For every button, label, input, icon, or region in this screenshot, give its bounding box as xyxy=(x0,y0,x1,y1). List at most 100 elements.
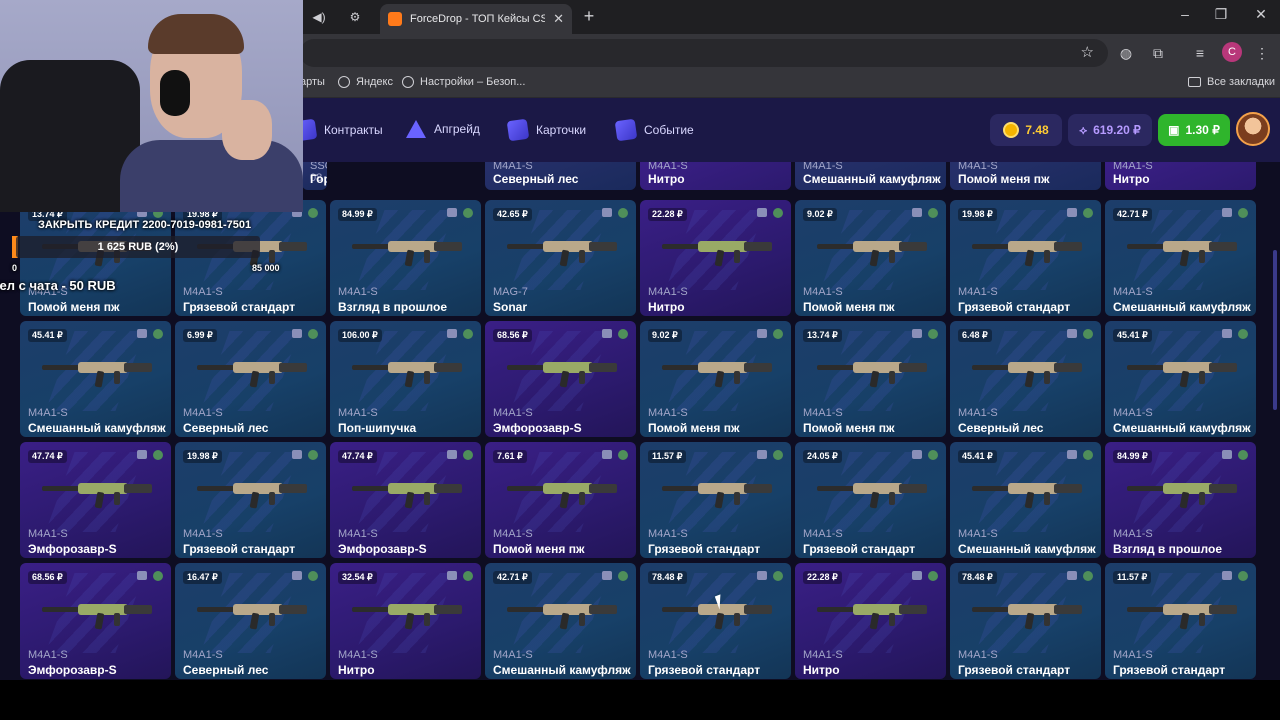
item-card[interactable]: 9.02 ₽ M4A1-S Помой меня пж xyxy=(795,200,946,316)
item-card[interactable]: 84.99 ₽ M4A1-S Взгляд в прошлое xyxy=(330,200,481,316)
item-price: 19.98 ₽ xyxy=(958,208,997,221)
item-card[interactable]: M4A1-S Северный лес xyxy=(485,162,636,190)
weapon-name: M4A1-S xyxy=(493,407,533,419)
nav-event[interactable]: Событие xyxy=(614,118,694,142)
weapon-image xyxy=(817,241,927,267)
item-card[interactable]: 42.71 ₽ M4A1-S Смешанный камуфляж xyxy=(485,563,636,679)
weapon-image xyxy=(662,483,772,509)
item-card[interactable]: 45.41 ₽ M4A1-S Смешанный камуфляж xyxy=(20,321,171,437)
weapon-name: MAG-7 xyxy=(493,286,528,298)
item-card[interactable]: 11.57 ₽ M4A1-S Грязевой стандарт xyxy=(1105,563,1256,679)
box-icon xyxy=(602,450,612,459)
extensions-icon[interactable]: ⧉ xyxy=(1148,43,1168,63)
box-icon xyxy=(292,571,302,580)
item-card[interactable]: 47.74 ₽ M4A1-S Эмфорозавр-S xyxy=(330,442,481,558)
skin-name: Помой меня пж xyxy=(493,542,585,556)
card-badges xyxy=(602,450,628,460)
new-tab-button[interactable]: + xyxy=(578,6,600,27)
item-card[interactable]: 78.48 ₽ M4A1-S Грязевой стандарт xyxy=(950,563,1101,679)
nav-upgrade[interactable]: Апгрейд xyxy=(406,120,480,138)
box-icon xyxy=(1067,208,1077,217)
weapon-name: M4A1-S xyxy=(648,162,688,172)
nav-contracts[interactable]: Контракты xyxy=(294,118,383,142)
profile-avatar[interactable]: C xyxy=(1222,42,1242,62)
card-badges xyxy=(1067,208,1093,218)
item-card[interactable]: 13.74 ₽ M4A1-S Помой меня пж xyxy=(20,200,171,316)
status-dot-icon xyxy=(153,571,163,581)
item-card[interactable]: 32.54 ₽ M4A1-S Нитро xyxy=(330,563,481,679)
item-card[interactable]: M4A1-S Нитро xyxy=(1105,162,1256,190)
item-card[interactable]: 19.98 ₽ M4A1-S Грязевой стандарт xyxy=(175,442,326,558)
deposit-button[interactable]: ▣ 1.30 ₽ xyxy=(1158,114,1230,146)
item-card[interactable]: 22.28 ₽ M4A1-S Нитро xyxy=(640,200,791,316)
item-card[interactable]: M4A1-S Смешанный камуфляж xyxy=(795,162,946,190)
speaker-icon[interactable]: ◀) xyxy=(304,6,334,28)
all-bookmarks[interactable]: Все закладки xyxy=(1188,76,1275,88)
item-card[interactable]: M4A1-S Нитро xyxy=(640,162,791,190)
item-card[interactable]: 7.61 ₽ M4A1-S Помой меня пж xyxy=(485,442,636,558)
item-card[interactable]: 68.56 ₽ M4A1-S Эмфорозавр-S xyxy=(20,563,171,679)
weapon-name: M4A1-S xyxy=(958,528,998,540)
item-card[interactable]: 84.99 ₽ M4A1-S Взгляд в прошлое xyxy=(1105,442,1256,558)
steam-tab-icon[interactable]: ⚙ xyxy=(340,6,370,28)
item-card[interactable]: 9.02 ₽ M4A1-S Помой меня пж xyxy=(640,321,791,437)
item-card[interactable]: 22.28 ₽ M4A1-S Нитро xyxy=(795,563,946,679)
item-card[interactable]: 6.48 ₽ M4A1-S Северный лес xyxy=(950,321,1101,437)
skin-name: Нитро xyxy=(648,172,685,186)
translate-icon[interactable]: ◍ xyxy=(1116,43,1136,63)
address-bar[interactable]: ☆ xyxy=(300,39,1108,67)
user-avatar[interactable] xyxy=(1236,112,1270,146)
item-price: 13.74 ₽ xyxy=(803,329,842,342)
skin-name: Эмфорозавр-S xyxy=(28,542,117,556)
bookmark-star-icon[interactable]: ☆ xyxy=(1081,43,1094,61)
weapon-name: M4A1-S xyxy=(958,162,998,172)
weapon-image xyxy=(817,483,927,509)
skin-name: Нитро xyxy=(803,663,840,677)
bookmark-item[interactable]: арты xyxy=(300,76,325,88)
tab-close-icon[interactable]: ✕ xyxy=(553,11,564,27)
item-card[interactable]: 16.47 ₽ M4A1-S Северный лес xyxy=(175,563,326,679)
card-badges xyxy=(757,329,783,339)
weapon-image xyxy=(1127,483,1237,509)
item-card[interactable]: 42.65 ₽ MAG-7 Sonar xyxy=(485,200,636,316)
skin-name: Смешанный камуфляж xyxy=(958,542,1096,556)
item-card[interactable]: SSG 08Горячечные грёзы xyxy=(302,162,327,190)
card-badges xyxy=(1222,450,1248,460)
globe-icon xyxy=(338,76,350,88)
rub-balance[interactable]: ⟡ 619.20 ₽ xyxy=(1068,114,1152,146)
item-card[interactable]: M4A1-S Помой меня пж xyxy=(950,162,1101,190)
item-card[interactable]: 78.48 ₽ M4A1-S Грязевой стандарт xyxy=(640,563,791,679)
scrollbar[interactable] xyxy=(1273,250,1277,410)
box-icon xyxy=(447,571,457,580)
item-card[interactable]: 106.00 ₽ M4A1-S Поп-шипучка xyxy=(330,321,481,437)
menu-icon[interactable]: ⋮ xyxy=(1252,43,1272,63)
item-card[interactable]: 24.05 ₽ M4A1-S Грязевой стандарт xyxy=(795,442,946,558)
item-card[interactable]: 13.74 ₽ M4A1-S Помой меня пж xyxy=(795,321,946,437)
item-card[interactable]: 68.56 ₽ M4A1-S Эмфорозавр-S xyxy=(485,321,636,437)
bookmark-settings[interactable]: Настройки – Безоп... xyxy=(402,76,525,88)
item-card[interactable]: 6.99 ₽ M4A1-S Северный лес xyxy=(175,321,326,437)
balance-value: 619.20 ₽ xyxy=(1093,123,1141,137)
item-price: 68.56 ₽ xyxy=(28,571,67,584)
maximize-button[interactable]: ❐ xyxy=(1206,6,1236,23)
item-card[interactable]: 11.57 ₽ M4A1-S Грязевой стандарт xyxy=(640,442,791,558)
item-card[interactable]: 42.71 ₽ M4A1-S Смешанный камуфляж xyxy=(1105,200,1256,316)
media-icon[interactable]: ≡ xyxy=(1190,43,1210,63)
weapon-image xyxy=(972,241,1082,267)
minimize-button[interactable]: – xyxy=(1170,6,1200,22)
tab-forcedrop[interactable]: ForceDrop - ТОП Кейсы CS GO ✕ xyxy=(380,4,572,34)
item-price: 106.00 ₽ xyxy=(338,329,382,342)
item-price: 24.05 ₽ xyxy=(803,450,842,463)
close-window-button[interactable]: ✕ xyxy=(1246,6,1276,23)
item-card[interactable]: 19.98 ₽ M4A1-S Грязевой стандарт xyxy=(950,200,1101,316)
coins-balance[interactable]: 7.48 xyxy=(990,114,1062,146)
nav-cards[interactable]: Карточки xyxy=(506,118,586,142)
bookmark-yandex[interactable]: Яндекс xyxy=(338,76,393,88)
item-card[interactable]: 19.98 ₽ M4A1-S Грязевой стандарт xyxy=(175,200,326,316)
item-card[interactable]: 45.41 ₽ M4A1-S Смешанный камуфляж xyxy=(1105,321,1256,437)
item-card[interactable]: 47.74 ₽ M4A1-S Эмфорозавр-S xyxy=(20,442,171,558)
status-dot-icon xyxy=(308,450,318,460)
weapon-name: M4A1-S xyxy=(183,528,223,540)
card-badges xyxy=(1222,208,1248,218)
item-card[interactable]: 45.41 ₽ M4A1-S Смешанный камуфляж xyxy=(950,442,1101,558)
